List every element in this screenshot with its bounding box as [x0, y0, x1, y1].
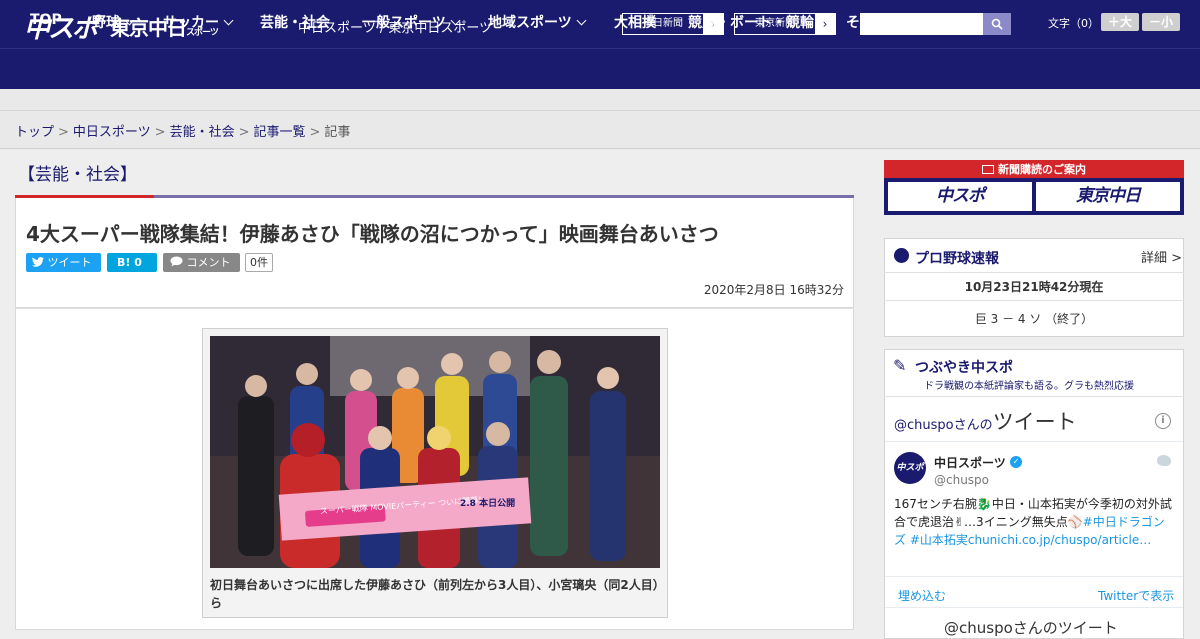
nav-general-sports[interactable]: 一般スポーツ — [362, 12, 461, 32]
verified-badge-icon: ✓ — [1010, 456, 1022, 468]
tweet-author-handle[interactable]: @chuspo — [934, 473, 989, 487]
nav-baseball[interactable]: 野球 — [92, 12, 135, 32]
stage-greeting-photo: スーパー戦隊 MOVIEパーティー ついに開幕！ 2.8 本日公開 — [210, 336, 660, 568]
nav-label: 大相撲 — [614, 15, 656, 31]
banner-title-text: 新聞購読のご案内 — [998, 163, 1086, 176]
baseball-detail-link[interactable]: 詳細 > — [1141, 247, 1182, 266]
nav-label: その他 — [846, 15, 888, 31]
nav-label: 一般スポーツ — [362, 15, 446, 31]
breadcrumb-entertainment[interactable]: 芸能・社会 — [170, 125, 235, 140]
divider — [884, 272, 1184, 273]
tweet-text: 167センチ右腕🐉中日・山本拓実が今季初の対外試合で虎退治✌…3イニング無失点⚾… — [894, 495, 1176, 549]
font-size-label: 文字（0） — [1048, 17, 1099, 30]
nav-local-sports[interactable]: 地域スポーツ — [488, 12, 587, 32]
timeline-title[interactable]: @chuspoさんのツイート — [894, 406, 1077, 436]
chevron-down-icon — [576, 15, 587, 26]
main-nav — [0, 48, 1200, 89]
svg-text:2.8 本日公開: 2.8 本日公開 — [460, 497, 515, 509]
score-updated-time: 10月23日21時42分現在 — [964, 280, 1104, 294]
tweet-label: ツイート — [47, 256, 92, 269]
nav-label: サッカー — [163, 15, 219, 31]
nav-other[interactable]: その他 — [846, 12, 903, 32]
chevron-down-icon — [892, 15, 903, 26]
baseball-widget-title: プロ野球速報 — [915, 251, 999, 267]
comment-button[interactable]: コメント — [163, 253, 240, 272]
nav-sumo[interactable]: 大相撲 — [614, 12, 656, 32]
tweet-widget-title: つぶやき中スポ — [915, 360, 1013, 376]
breadcrumb-article-list[interactable]: 記事一覧 — [254, 125, 306, 140]
banner-tokyo-chunichi-logo: 東京中日 — [1036, 182, 1180, 211]
hatena-label: B! 0 — [117, 256, 142, 269]
nav-label: 野球 — [92, 15, 120, 31]
article-photo[interactable]: スーパー戦隊 MOVIEパーティー ついに開幕！ 2.8 本日公開 — [210, 336, 660, 568]
game-score[interactable]: 巨 3 － 4 ソ （終了） — [884, 310, 1184, 327]
nav-soccer[interactable]: サッカー — [163, 12, 234, 32]
search-button[interactable] — [983, 13, 1011, 35]
view-on-twitter-link[interactable]: Twitterで表示 — [1098, 587, 1174, 604]
tweet-button[interactable]: ツイート — [26, 253, 101, 272]
tweet-author-name[interactable]: 中日スポーツ — [934, 454, 1006, 471]
chevron-down-icon — [450, 15, 461, 26]
divider — [885, 576, 1183, 577]
photo-caption: 初日舞台あいさつに出席した伊藤あさひ（前列左から3人目）、小宮璃央（同2人目）ら — [210, 578, 659, 610]
breadcrumb-separator: > — [238, 125, 250, 140]
hatena-bookmark-button[interactable]: B! 0 — [107, 253, 157, 272]
nav-label: 競馬・ボート・競輪 — [688, 15, 814, 31]
search-icon — [991, 18, 1003, 30]
nav-entertainment[interactable]: 芸能・社会 — [260, 12, 330, 32]
twitter-bird-icon — [32, 257, 44, 267]
chevron-right-icon: › — [815, 14, 835, 34]
banner-chuspo-logo: 中スポ — [888, 182, 1032, 211]
nav-label: 地域スポーツ — [488, 15, 572, 31]
newspaper-icon — [982, 165, 994, 174]
chevron-down-icon — [124, 15, 135, 26]
nav-racing[interactable]: 競馬・ボート・競輪 — [688, 12, 814, 32]
nav-label: 芸能・社会 — [260, 15, 330, 31]
breadcrumb-separator: > — [154, 125, 166, 140]
more-tweets-link[interactable]: @chuspoさんのツイート — [944, 617, 1118, 638]
nav-top[interactable]: TOP — [30, 12, 62, 28]
twitter-bird-icon — [1157, 455, 1171, 466]
comment-count: 0件 — [245, 253, 273, 272]
ad-spacer — [0, 89, 1200, 111]
breadcrumb-separator: > — [58, 125, 69, 140]
subscription-banner-title: 新聞購読のご案内 — [884, 161, 1184, 177]
breadcrumb: トップ > 中日スポーツ > 芸能・社会 > 記事一覧 > 記事 — [0, 111, 1200, 149]
font-larger-button[interactable]: ＋大 — [1101, 13, 1139, 31]
avatar[interactable]: 中スポ — [894, 452, 926, 484]
breadcrumb-separator: > — [309, 125, 321, 140]
tweet-widget-subtitle: ドラ戦観の本紙評論家も語る。グラも熱烈応援 — [924, 381, 1134, 392]
megaphone-icon: ✎ — [893, 356, 907, 375]
breadcrumb-top[interactable]: トップ — [15, 125, 54, 140]
article-headline: 4大スーパー戦隊集結！伊藤あさひ「戦隊の沼につかって」映画舞台あいさつ — [26, 222, 719, 246]
breadcrumb-current: 記事 — [324, 125, 351, 140]
baseball-icon — [894, 248, 909, 263]
speech-bubble-icon — [170, 256, 183, 267]
info-icon[interactable]: i — [1155, 413, 1171, 429]
divider — [885, 607, 1183, 608]
timeline-title-prefix: @chuspoさんの — [894, 418, 993, 433]
font-smaller-button[interactable]: －小 — [1142, 13, 1180, 31]
embed-link[interactable]: 埋め込む — [898, 587, 946, 604]
divider — [884, 300, 1184, 301]
breadcrumb-chunichi-sports[interactable]: 中日スポーツ — [73, 125, 151, 140]
comment-label: コメント — [186, 256, 231, 269]
nav-label: TOP — [30, 12, 62, 28]
section-title: 【芸能・社会】 — [18, 165, 137, 185]
chevron-down-icon — [223, 15, 234, 26]
timeline-title-main: ツイート — [992, 410, 1077, 434]
publish-date: 2020年2月8日 16時32分 — [703, 283, 844, 297]
